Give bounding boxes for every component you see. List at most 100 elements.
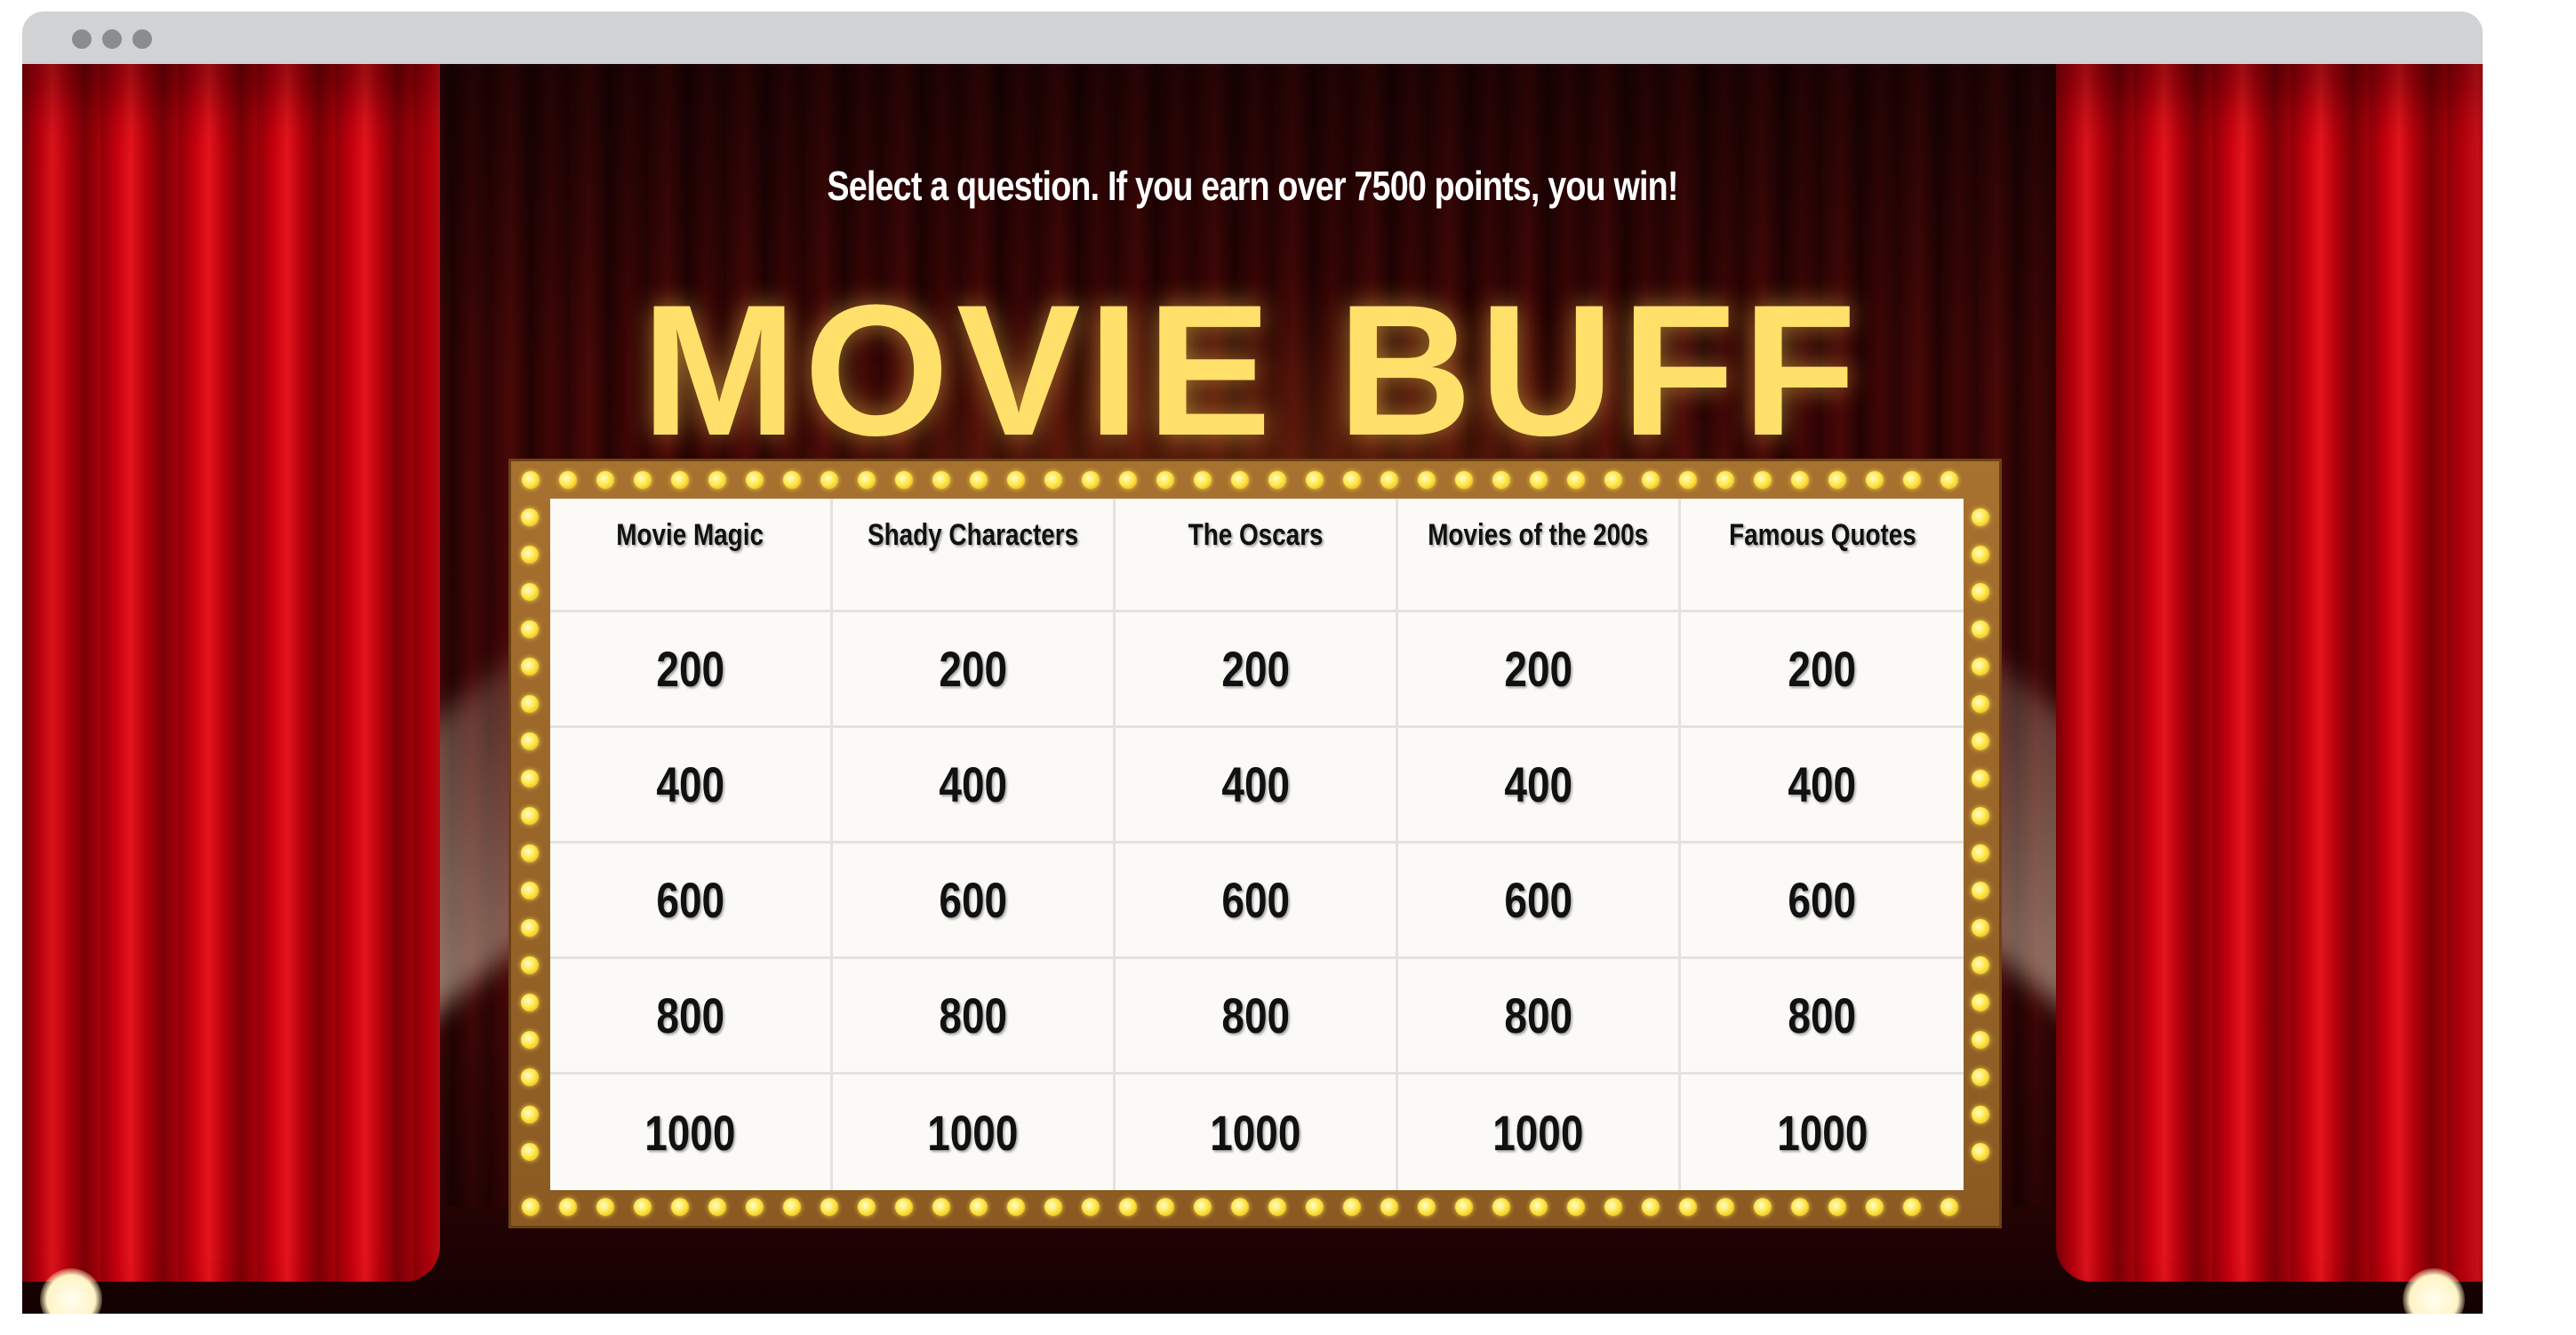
question-tile[interactable]: 600 [833, 843, 1116, 959]
marquee-bulb-icon [521, 807, 539, 825]
marquee-bulb-icon [671, 471, 689, 489]
point-value: 400 [939, 756, 1007, 812]
category-header: Movies of the 200s [1398, 499, 1681, 612]
marquee-bulb-icon [1754, 1198, 1772, 1216]
question-tile[interactable]: 600 [1681, 843, 1964, 959]
category-header: Shady Characters [833, 499, 1116, 612]
question-tile[interactable]: 400 [550, 728, 833, 843]
marquee-bulb-icon [746, 471, 764, 489]
marquee-bulb-icon [1972, 546, 1989, 564]
question-tile[interactable]: 200 [1681, 612, 1964, 728]
marquee-bulb-icon [1940, 471, 1958, 489]
marquee-bulb-icon [783, 471, 801, 489]
point-value: 1000 [1776, 1104, 1868, 1161]
marquee-bulb-icon [1380, 1198, 1398, 1216]
question-tile[interactable]: 800 [1116, 959, 1398, 1075]
question-tile[interactable]: 200 [550, 612, 833, 728]
marquee-bulb-icon [1754, 471, 1772, 489]
marquee-bulb-icon [1455, 471, 1473, 489]
marquee-bulb-icon [1418, 471, 1436, 489]
marquee-bulb-icon [708, 1198, 726, 1216]
marquee-bulb-icon [521, 508, 539, 526]
marquee-bulb-icon [522, 1198, 540, 1216]
browser-titlebar [22, 12, 2483, 64]
marquee-bulb-icon [1567, 1198, 1585, 1216]
marquee-bulb-icon [1231, 471, 1249, 489]
marquee-bulb-icon [858, 471, 876, 489]
question-board: Movie Magic Shady Characters The Oscars … [550, 499, 1964, 1190]
marquee-bulb-icon [671, 1198, 689, 1216]
marquee-bulb-icon [1972, 508, 1989, 526]
question-tile[interactable]: 800 [550, 959, 833, 1075]
marquee-bulb-icon [1972, 994, 1989, 1011]
marquee-bulb-icon [521, 1106, 539, 1123]
marquee-bulb-icon [1972, 807, 1989, 825]
point-value: 1000 [927, 1104, 1019, 1161]
question-tile[interactable]: 1000 [1681, 1075, 1964, 1190]
marquee-bulb-icon [1679, 1198, 1697, 1216]
question-tile[interactable]: 400 [833, 728, 1116, 843]
question-tile[interactable]: 400 [1116, 728, 1398, 843]
marquee-bulb-icon [1679, 471, 1697, 489]
marquee-bulb-icon [1972, 1106, 1989, 1123]
question-tile[interactable]: 1000 [1398, 1075, 1681, 1190]
marquee-bulb-icon [783, 1198, 801, 1216]
marquee-bulb-icon [1306, 1198, 1324, 1216]
marquee-bulb-icon [522, 471, 540, 489]
marquee-bulb-icon [1492, 471, 1510, 489]
marquee-bulb-icon [1972, 1143, 1989, 1161]
question-tile[interactable]: 200 [833, 612, 1116, 728]
point-value: 200 [656, 641, 724, 697]
marquee-bulb-icon [521, 1068, 539, 1086]
marquee-bulb-icon [521, 770, 539, 787]
marquee-bulb-icon [1268, 1198, 1286, 1216]
curtain-right [2056, 64, 2483, 1282]
category-label: The Oscars [1188, 518, 1324, 552]
marquee-bulb-icon [1972, 732, 1989, 750]
marquee-bulb-icon [521, 956, 539, 974]
marquee-bulb-icon [1530, 471, 1548, 489]
question-tile[interactable]: 1000 [550, 1075, 833, 1190]
point-value: 1000 [1492, 1104, 1584, 1161]
question-tile[interactable]: 800 [1398, 959, 1681, 1075]
question-tile[interactable]: 400 [1681, 728, 1964, 843]
marquee-bulb-icon [1455, 1198, 1473, 1216]
point-value: 200 [939, 641, 1007, 697]
marquee-bulb-icon [521, 658, 539, 675]
window-dot-icon [132, 29, 152, 49]
question-tile[interactable]: 200 [1116, 612, 1398, 728]
point-value: 800 [656, 987, 724, 1043]
question-tile[interactable]: 800 [1681, 959, 1964, 1075]
marquee-bulb-icon [521, 994, 539, 1011]
browser-window: Select a question. If you earn over 7500… [22, 12, 2483, 1314]
marquee-bulb-icon [970, 471, 988, 489]
question-tile[interactable]: 600 [550, 843, 833, 959]
marquee-bulb-icon [1972, 583, 1989, 601]
marquee-bulb-icon [1156, 1198, 1174, 1216]
marquee-bulb-icon [521, 583, 539, 601]
marquee-bulb-icon [1791, 1198, 1809, 1216]
question-tile[interactable]: 1000 [1116, 1075, 1398, 1190]
window-dot-icon [102, 29, 122, 49]
question-tile[interactable]: 800 [833, 959, 1116, 1075]
marquee-bulb-icon [521, 1143, 539, 1161]
marquee-bulb-icon [1156, 471, 1174, 489]
marquee-bulb-icon [895, 1198, 913, 1216]
question-tile[interactable]: 1000 [833, 1075, 1116, 1190]
question-tile[interactable]: 600 [1116, 843, 1398, 959]
point-value: 600 [1221, 872, 1290, 928]
question-tile[interactable]: 600 [1398, 843, 1681, 959]
question-tile[interactable]: 200 [1398, 612, 1681, 728]
marquee-bulb-icon [1866, 471, 1884, 489]
marquee-bulb-icon [746, 1198, 764, 1216]
marquee-bulb-icon [895, 471, 913, 489]
marquee-bulb-icon [1940, 1198, 1958, 1216]
marquee-bulb-icon [1306, 471, 1324, 489]
marquee-bulb-icon [1082, 1198, 1100, 1216]
marquee-bulb-icon [970, 1198, 988, 1216]
question-tile[interactable]: 400 [1398, 728, 1681, 843]
marquee-bulb-icon [1194, 1198, 1212, 1216]
marquee-bulb-icon [559, 471, 577, 489]
marquee-bulb-icon [1642, 1198, 1660, 1216]
point-value: 400 [1504, 756, 1572, 812]
